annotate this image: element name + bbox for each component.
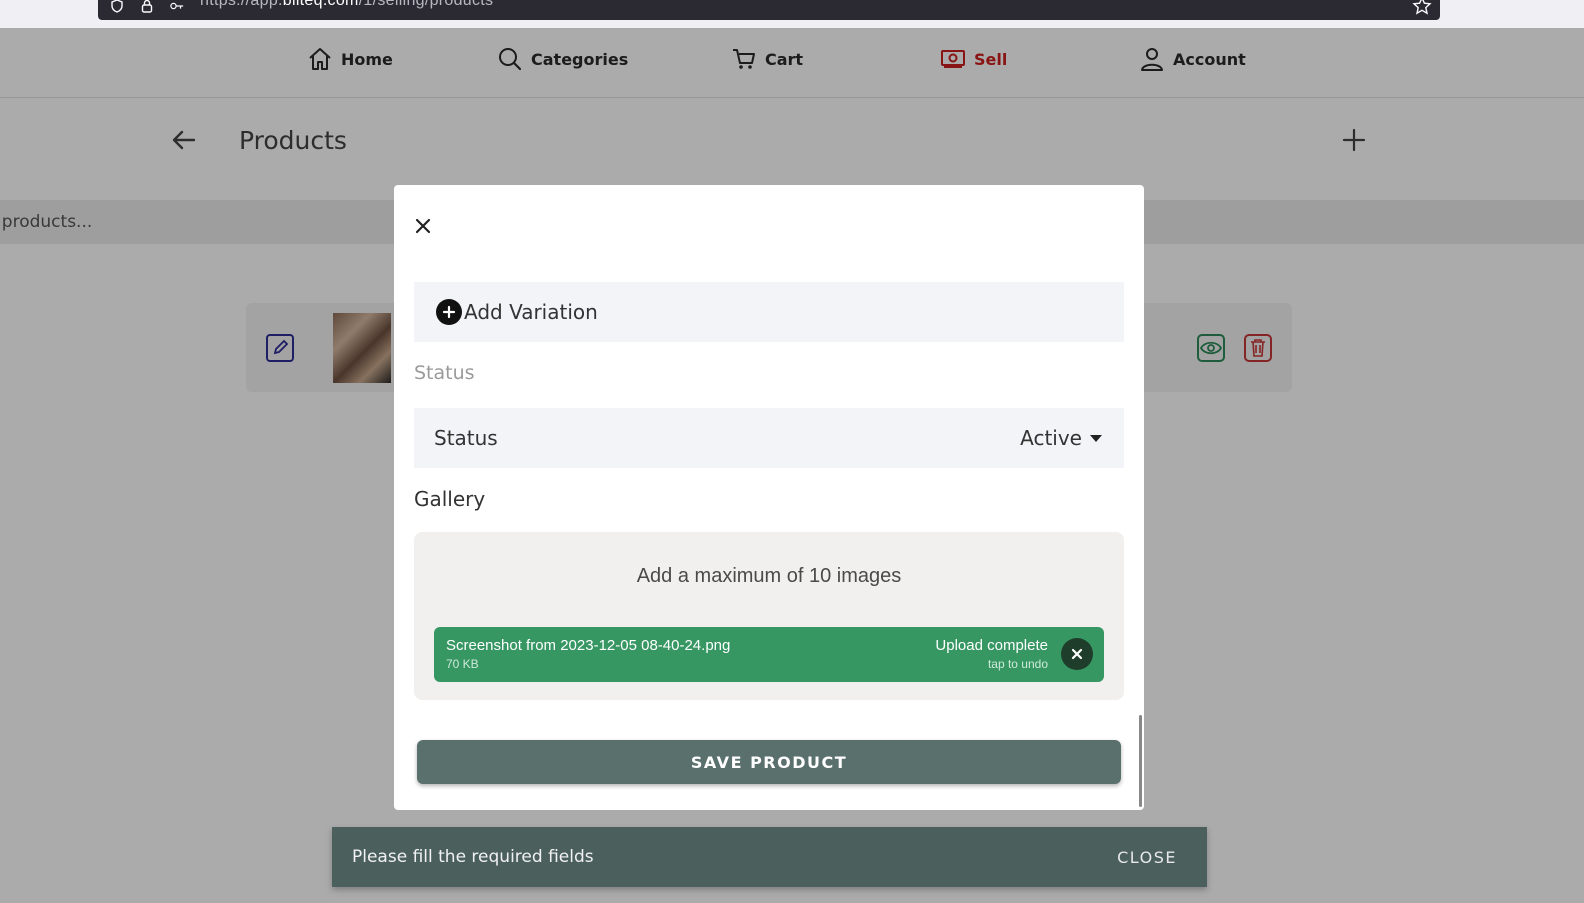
snackbar-message: Please fill the required fields: [352, 847, 594, 867]
gallery-dropzone[interactable]: Add a maximum of 10 images Screenshot fr…: [414, 532, 1124, 700]
snackbar-close-button[interactable]: CLOSE: [1117, 848, 1177, 867]
status-value-text: Active: [1020, 426, 1082, 450]
add-variation-label: Add Variation: [464, 300, 598, 324]
upload-status: Upload complete: [935, 637, 1048, 654]
status-select[interactable]: Status Active: [414, 408, 1124, 468]
modal-scrollbar[interactable]: [1139, 715, 1142, 807]
save-product-button[interactable]: SAVE PRODUCT: [417, 740, 1121, 784]
caret-down-icon: [1090, 434, 1102, 442]
dropzone-hint[interactable]: Add a maximum of 10 images: [414, 565, 1124, 588]
browser-chrome: https://app.biiteq.com/1/selling/product…: [0, 0, 1584, 28]
status-value: Active: [1020, 426, 1102, 450]
undo-hint: tap to undo: [987, 657, 1048, 671]
product-modal: Add Variation Status Status Active Galle…: [394, 185, 1144, 810]
add-variation-button[interactable]: Add Variation: [414, 282, 1124, 342]
close-icon[interactable]: [412, 215, 434, 237]
lock-icon[interactable]: [140, 0, 154, 13]
url-text[interactable]: https://app.biiteq.com/1/selling/product…: [200, 0, 493, 10]
status-caption: Status: [414, 362, 475, 384]
uploaded-file: Screenshot from 2023-12-05 08-40-24.png …: [434, 627, 1104, 682]
plus-circle-icon: [436, 299, 462, 325]
url-bar[interactable]: https://app.biiteq.com/1/selling/product…: [98, 0, 1440, 20]
status-label: Status: [434, 426, 498, 450]
permissions-icon[interactable]: [170, 0, 184, 13]
bookmark-star-icon[interactable]: [1412, 0, 1432, 16]
undo-close-icon[interactable]: [1061, 638, 1093, 670]
shield-icon[interactable]: [110, 0, 124, 13]
snackbar: Please fill the required fields CLOSE: [332, 827, 1207, 887]
gallery-caption: Gallery: [414, 487, 486, 511]
file-name: Screenshot from 2023-12-05 08-40-24.png: [446, 637, 731, 654]
file-size: 70 KB: [446, 657, 479, 671]
